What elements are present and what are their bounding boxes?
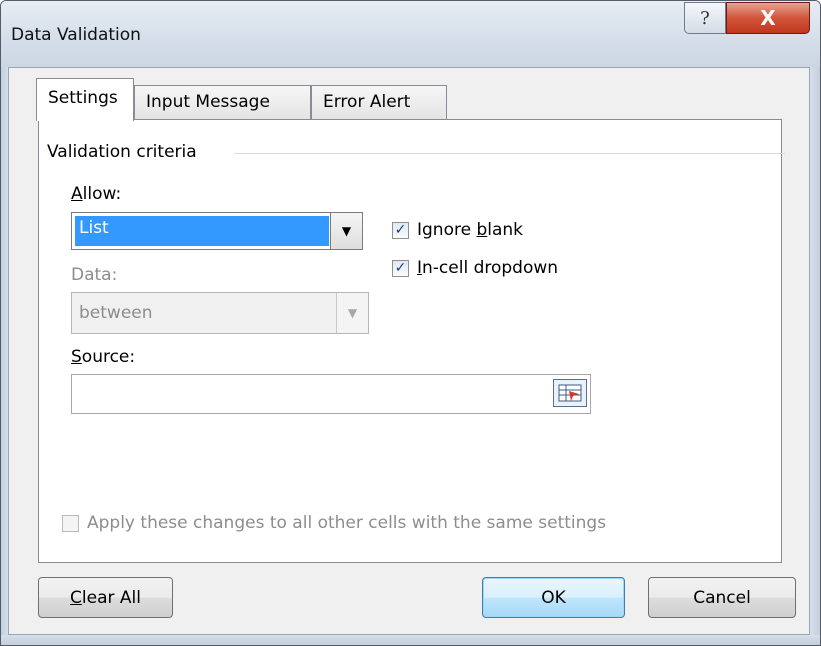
- allow-select-value: List: [75, 216, 329, 246]
- collapse-dialog-button[interactable]: [553, 379, 587, 407]
- data-select-value: between: [79, 303, 153, 323]
- ignore-blank-label: Ignore blank: [417, 220, 524, 240]
- clear-all-button[interactable]: Clear All: [38, 577, 173, 618]
- cancel-label: Cancel: [693, 587, 751, 608]
- tab-settings[interactable]: Settings: [36, 78, 134, 121]
- dropdown-arrow-icon: ▼: [341, 224, 352, 238]
- tab-error-alert-label: Error Alert: [323, 92, 411, 112]
- ignore-blank-checkbox[interactable]: ✓ Ignore blank: [392, 220, 523, 240]
- allow-select[interactable]: List ▼: [71, 212, 363, 250]
- tab-settings-label: Settings: [48, 88, 118, 108]
- clear-all-label: Clear All: [70, 587, 141, 608]
- in-cell-dropdown-label: In-cell dropdown: [417, 258, 559, 278]
- dropdown-arrow-icon: ▼: [347, 306, 358, 320]
- tab-input-message-label: Input Message: [146, 92, 270, 112]
- allow-label: Allow:: [71, 184, 122, 204]
- title-bar[interactable]: Data Validation ? X: [1, 1, 820, 67]
- group-divider: [234, 153, 785, 154]
- window-frame-bottom: [1, 635, 820, 645]
- source-input[interactable]: [71, 374, 591, 414]
- tab-error-alert[interactable]: Error Alert: [311, 85, 447, 120]
- in-cell-dropdown-checkbox[interactable]: ✓ In-cell dropdown: [392, 258, 558, 278]
- ok-button[interactable]: OK: [482, 577, 625, 618]
- checkbox-unchecked-icon: [62, 514, 79, 532]
- cancel-button[interactable]: Cancel: [648, 577, 796, 618]
- checkbox-checked-icon[interactable]: ✓: [392, 259, 409, 277]
- settings-panel: Validation criteria Allow: List ▼ Data: …: [38, 119, 785, 563]
- question-icon: ?: [700, 7, 710, 29]
- checkbox-checked-icon[interactable]: ✓: [392, 221, 409, 239]
- data-validation-dialog: Data Validation ? X Settings Input Messa…: [0, 0, 821, 646]
- allow-dropdown-button[interactable]: ▼: [330, 213, 362, 249]
- apply-to-all-label: Apply these changes to all other cells w…: [87, 513, 607, 533]
- help-button[interactable]: ?: [684, 2, 726, 34]
- close-icon: X: [760, 6, 776, 30]
- close-button[interactable]: X: [726, 2, 810, 34]
- data-select: between ▼: [71, 292, 369, 334]
- validation-criteria-label: Validation criteria: [47, 142, 197, 162]
- ok-label: OK: [541, 587, 566, 608]
- data-dropdown-button: ▼: [336, 293, 368, 333]
- window-title: Data Validation: [11, 25, 141, 45]
- apply-to-all-checkbox: Apply these changes to all other cells w…: [62, 513, 606, 533]
- range-select-icon: [558, 384, 582, 402]
- source-label: Source:: [71, 347, 136, 367]
- data-label: Data:: [71, 265, 118, 285]
- tab-input-message[interactable]: Input Message: [134, 85, 311, 120]
- window-frame-left: [1, 67, 8, 645]
- window-frame-right: [810, 67, 820, 645]
- dialog-client-area: Settings Input Message Error Alert Valid…: [8, 67, 810, 635]
